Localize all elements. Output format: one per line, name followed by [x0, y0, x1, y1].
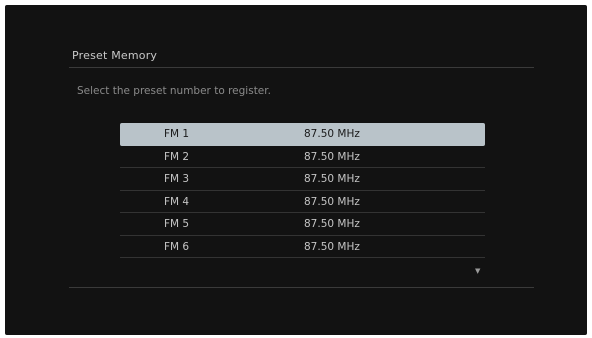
preset-name: FM 1 — [164, 128, 190, 140]
preset-name: FM 4 — [164, 195, 190, 208]
preset-name: FM 5 — [164, 218, 190, 230]
preset-row-fm4[interactable]: FM 4 87.50 MHz — [120, 191, 485, 213]
preset-row-fm5[interactable]: FM 5 87.50 MHz — [120, 213, 485, 236]
preset-name: FM 3 — [164, 173, 190, 185]
preset-list: FM 1 87.50 MHz FM 2 87.50 MHz FM 3 87.50… — [120, 123, 485, 258]
preset-row-fm6[interactable]: FM 6 87.50 MHz — [120, 236, 485, 258]
preset-frequency: 87.50 MHz — [304, 240, 360, 253]
preset-frequency: 87.50 MHz — [304, 173, 360, 185]
preset-frequency: 87.50 MHz — [304, 218, 360, 230]
dialog-title: Preset Memory — [72, 49, 158, 62]
preset-frequency: 87.50 MHz — [304, 195, 360, 208]
preset-row-fm2[interactable]: FM 2 87.50 MHz — [120, 146, 485, 168]
chevron-down-icon[interactable]: ▼ — [475, 267, 480, 275]
preset-frequency: 87.50 MHz — [304, 150, 360, 163]
title-divider — [69, 67, 534, 68]
preset-frequency: 87.50 MHz — [304, 128, 360, 140]
tv-screen: Preset Memory Select the preset number t… — [5, 5, 587, 335]
instruction-text: Select the preset number to register. — [77, 85, 271, 97]
preset-name: FM 2 — [164, 150, 190, 163]
preset-row-fm3[interactable]: FM 3 87.50 MHz — [120, 168, 485, 191]
preset-name: FM 6 — [164, 240, 190, 253]
preset-row-fm1[interactable]: FM 1 87.50 MHz — [120, 123, 485, 146]
bottom-divider — [69, 287, 534, 288]
